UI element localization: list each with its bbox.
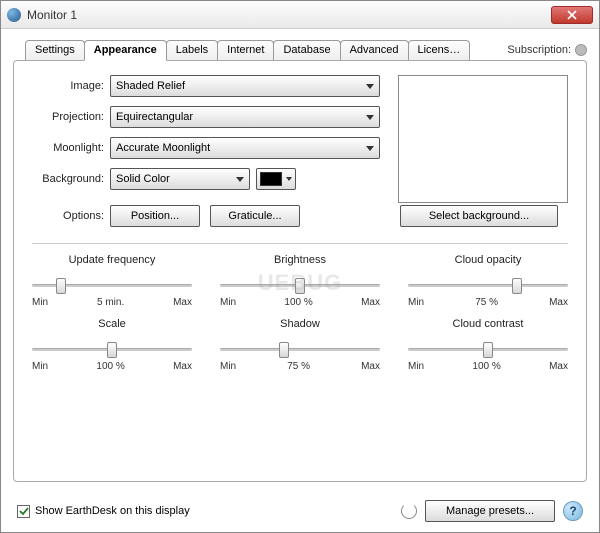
slider-ticks: Min 100 % Max (408, 361, 568, 372)
slider-title: Update frequency (69, 254, 156, 266)
moonlight-value: Accurate Moonlight (116, 142, 366, 154)
tab-advanced[interactable]: Advanced (340, 40, 409, 60)
tab-license[interactable]: Licens… (408, 40, 471, 60)
window-title: Monitor 1 (27, 8, 551, 22)
background-value: Solid Color (116, 173, 236, 185)
slider-min-label: Min (408, 361, 424, 372)
image-label: Image: (32, 80, 104, 92)
image-value: Shaded Relief (116, 80, 366, 92)
divider (32, 243, 568, 244)
refresh-icon[interactable] (401, 503, 417, 519)
chevron-down-icon (366, 146, 374, 151)
slider-block: Shadow Min 75 % Max (220, 318, 380, 372)
slider-ticks: Min 100 % Max (220, 297, 380, 308)
slider[interactable] (32, 340, 192, 358)
chevron-down-icon (366, 115, 374, 120)
slider-block: Update frequency Min 5 min. Max (32, 254, 192, 308)
slider-block: Cloud opacity Min 75 % Max (408, 254, 568, 308)
slider[interactable] (220, 340, 380, 358)
slider-min-label: Min (408, 297, 424, 308)
chevron-down-icon (366, 84, 374, 89)
slider-min-label: Min (220, 297, 236, 308)
slider-max-label: Max (361, 297, 380, 308)
slider-value-label: 5 min. (97, 297, 124, 308)
slider-min-label: Min (220, 361, 236, 372)
close-button[interactable] (551, 6, 593, 24)
position-button[interactable]: Position... (110, 205, 200, 227)
slider-ticks: Min 100 % Max (32, 361, 192, 372)
slider-block: Cloud contrast Min 100 % Max (408, 318, 568, 372)
close-icon (567, 10, 577, 20)
manage-presets-button[interactable]: Manage presets... (425, 500, 555, 522)
subscription-indicator-icon (575, 44, 587, 56)
tab-database[interactable]: Database (273, 40, 340, 60)
chevron-down-icon (286, 177, 292, 181)
slider-thumb[interactable] (279, 342, 289, 358)
help-button[interactable]: ? (563, 501, 583, 521)
tab-labels[interactable]: Labels (166, 40, 218, 60)
slider-track (220, 348, 380, 351)
slider-ticks: Min 5 min. Max (32, 297, 192, 308)
slider-block: Brightness Min 100 % Max (220, 254, 380, 308)
projection-dropdown[interactable]: Equirectangular (110, 106, 380, 128)
slider-thumb[interactable] (483, 342, 493, 358)
slider[interactable] (220, 276, 380, 294)
background-color-picker[interactable] (256, 168, 296, 190)
slider-title: Brightness (274, 254, 326, 266)
graticule-button[interactable]: Graticule... (210, 205, 300, 227)
slider-value-label: 100 % (96, 361, 124, 372)
slider-value-label: 75 % (287, 361, 310, 372)
titlebar: Monitor 1 (1, 1, 599, 29)
app-icon (7, 8, 21, 22)
slider[interactable] (32, 276, 192, 294)
slider-title: Cloud opacity (455, 254, 522, 266)
slider-ticks: Min 75 % Max (220, 361, 380, 372)
slider-block: Scale Min 100 % Max (32, 318, 192, 372)
color-swatch (260, 172, 282, 186)
moonlight-dropdown[interactable]: Accurate Moonlight (110, 137, 380, 159)
sliders-grid: Update frequency Min 5 min. Max Brightness Mi… (32, 254, 568, 372)
moonlight-label: Moonlight: (32, 142, 104, 154)
slider-max-label: Max (549, 297, 568, 308)
preview-box (398, 75, 568, 203)
slider-title: Scale (98, 318, 126, 330)
image-dropdown[interactable]: Shaded Relief (110, 75, 380, 97)
slider-value-label: 75 % (475, 297, 498, 308)
show-on-display-checkbox[interactable]: Show EarthDesk on this display (17, 505, 190, 518)
slider[interactable] (408, 276, 568, 294)
slider-max-label: Max (173, 361, 192, 372)
checkbox-label: Show EarthDesk on this display (35, 505, 190, 517)
tab-settings[interactable]: Settings (25, 40, 85, 60)
slider-title: Cloud contrast (453, 318, 524, 330)
slider-title: Shadow (280, 318, 320, 330)
projection-label: Projection: (32, 111, 104, 123)
slider-min-label: Min (32, 361, 48, 372)
background-label: Background: (32, 173, 104, 185)
options-label: Options: (32, 210, 104, 222)
chevron-down-icon (236, 177, 244, 182)
tab-appearance[interactable]: Appearance (84, 40, 167, 61)
slider-max-label: Max (173, 297, 192, 308)
slider-thumb[interactable] (107, 342, 117, 358)
subscription-status: Subscription: (507, 44, 587, 56)
background-dropdown[interactable]: Solid Color (110, 168, 250, 190)
projection-value: Equirectangular (116, 111, 366, 123)
tab-internet[interactable]: Internet (217, 40, 274, 60)
slider-ticks: Min 75 % Max (408, 297, 568, 308)
tab-list: Settings Appearance Labels Internet Data… (25, 40, 469, 60)
slider-value-label: 100 % (284, 297, 312, 308)
slider-track (408, 284, 568, 287)
slider-max-label: Max (361, 361, 380, 372)
subscription-label: Subscription: (507, 44, 571, 56)
slider-thumb[interactable] (295, 278, 305, 294)
slider-value-label: 100 % (472, 361, 500, 372)
slider-max-label: Max (549, 361, 568, 372)
slider-thumb[interactable] (512, 278, 522, 294)
slider[interactable] (408, 340, 568, 358)
checkbox-box (17, 505, 30, 518)
slider-thumb[interactable] (56, 278, 66, 294)
select-background-button[interactable]: Select background... (400, 205, 558, 227)
check-icon (19, 506, 29, 516)
slider-min-label: Min (32, 297, 48, 308)
